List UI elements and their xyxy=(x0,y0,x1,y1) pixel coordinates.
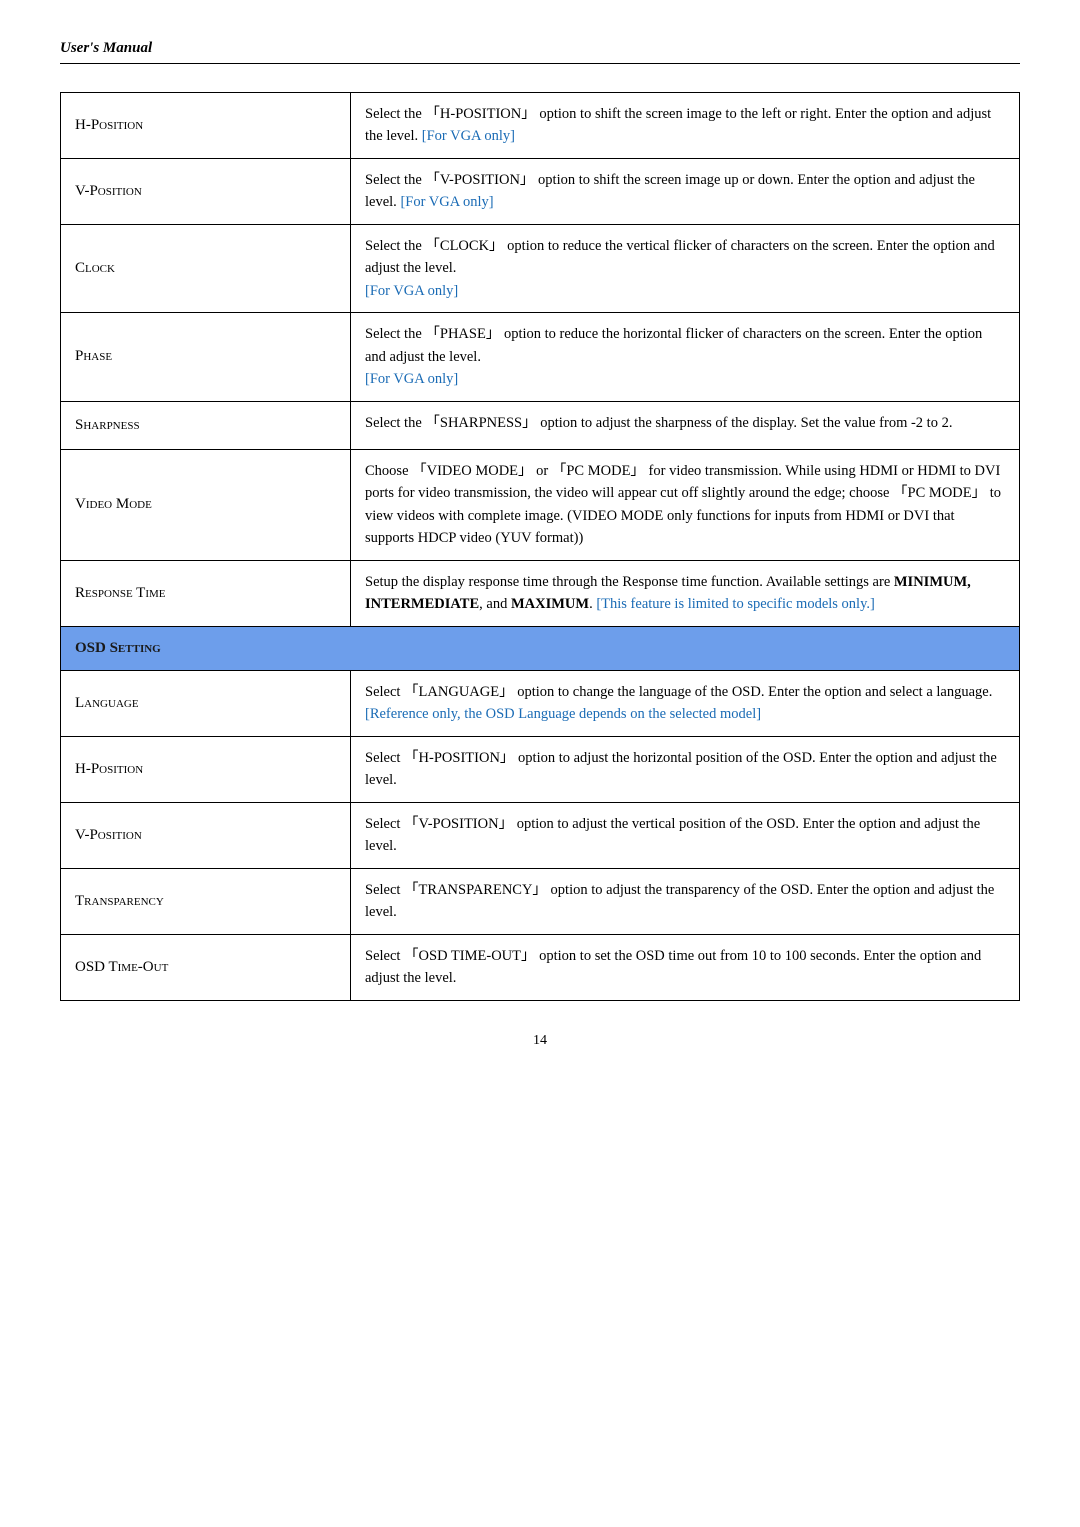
section-header-label: OSD Setting xyxy=(61,626,1020,670)
table-row: H-Position Select 「H-POSITION」 option to… xyxy=(61,736,1020,802)
desc-text-pre: Setup the display response time through … xyxy=(365,574,894,590)
manual-title: User's Manual xyxy=(60,40,152,56)
table-row: OSD Time-Out Select 「OSD TIME-OUT」 optio… xyxy=(61,934,1020,1000)
desc-text: Select 「H-POSITION」 option to adjust the… xyxy=(365,750,997,788)
row-desc-phase: Select the 「PHASE」 option to reduce the … xyxy=(351,313,1020,401)
row-desc-osd-time-out: Select 「OSD TIME-OUT」 option to set the … xyxy=(351,934,1020,1000)
table-row: Phase Select the 「PHASE」 option to reduc… xyxy=(61,313,1020,401)
blue-text: [For VGA only] xyxy=(365,283,458,299)
row-desc-video-mode: Choose 「VIDEO MODE」 or 「PC MODE」 for vid… xyxy=(351,449,1020,560)
row-desc-v-position-2: Select 「V-POSITION」 option to adjust the… xyxy=(351,802,1020,868)
row-desc-language: Select 「LANGUAGE」 option to change the l… xyxy=(351,671,1020,737)
table-row: Transparency Select 「TRANSPARENCY」 optio… xyxy=(61,868,1020,934)
page-number: 14 xyxy=(60,1033,1020,1049)
row-desc-response-time: Setup the display response time through … xyxy=(351,560,1020,626)
section-header-osd: OSD Setting xyxy=(61,626,1020,670)
blue-text: [Reference only, the OSD Language depend… xyxy=(365,706,761,722)
desc-bold3: MAXIMUM xyxy=(511,596,589,612)
table-row: H-Position Select the 「H-POSITION」 optio… xyxy=(61,93,1020,159)
row-label-response-time: Response Time xyxy=(61,560,351,626)
desc-bold1: MINIMUM, xyxy=(894,574,971,590)
desc-text: Select the 「CLOCK」 option to reduce the … xyxy=(365,238,995,276)
row-desc-h-position-1: Select the 「H-POSITION」 option to shift … xyxy=(351,93,1020,159)
blue-text: [For VGA only] xyxy=(365,371,458,387)
row-label-phase: Phase xyxy=(61,313,351,401)
blue-text: [For VGA only] xyxy=(400,194,493,210)
main-table: H-Position Select the 「H-POSITION」 optio… xyxy=(60,92,1020,1001)
row-label-video-mode: Video Mode xyxy=(61,449,351,560)
row-label-h-position-2: H-Position xyxy=(61,736,351,802)
desc-text: Select 「LANGUAGE」 option to change the l… xyxy=(365,684,992,700)
table-row: Video Mode Choose 「VIDEO MODE」 or 「PC MO… xyxy=(61,449,1020,560)
desc-suffix: . xyxy=(589,596,593,612)
desc-bold2: INTERMEDIATE xyxy=(365,596,479,612)
row-label-language: Language xyxy=(61,671,351,737)
row-desc-sharpness: Select the 「SHARPNESS」 option to adjust … xyxy=(351,401,1020,449)
row-label-v-position-1: V-Position xyxy=(61,158,351,224)
table-row: Response Time Setup the display response… xyxy=(61,560,1020,626)
table-row: V-Position Select the 「V-POSITION」 optio… xyxy=(61,158,1020,224)
desc-text: Select the 「PHASE」 option to reduce the … xyxy=(365,326,982,364)
blue-text: [This feature is limited to specific mod… xyxy=(596,596,875,612)
row-desc-h-position-2: Select 「H-POSITION」 option to adjust the… xyxy=(351,736,1020,802)
desc-text: Select 「V-POSITION」 option to adjust the… xyxy=(365,816,980,854)
blue-text: [For VGA only] xyxy=(422,128,515,144)
row-desc-v-position-1: Select the 「V-POSITION」 option to shift … xyxy=(351,158,1020,224)
row-label-osd-time-out: OSD Time-Out xyxy=(61,934,351,1000)
table-row: Language Select 「LANGUAGE」 option to cha… xyxy=(61,671,1020,737)
table-row: V-Position Select 「V-POSITION」 option to… xyxy=(61,802,1020,868)
desc-post: , and xyxy=(479,596,511,612)
row-label-h-position-1: H-Position xyxy=(61,93,351,159)
row-label-v-position-2: V-Position xyxy=(61,802,351,868)
table-row: Sharpness Select the 「SHARPNESS」 option … xyxy=(61,401,1020,449)
desc-text: Choose 「VIDEO MODE」 or 「PC MODE」 for vid… xyxy=(365,463,1001,546)
row-label-transparency: Transparency xyxy=(61,868,351,934)
desc-text: Select 「TRANSPARENCY」 option to adjust t… xyxy=(365,882,994,920)
desc-text: Select 「OSD TIME-OUT」 option to set the … xyxy=(365,948,981,986)
row-label-sharpness: Sharpness xyxy=(61,401,351,449)
row-label-clock: Clock xyxy=(61,224,351,312)
row-desc-transparency: Select 「TRANSPARENCY」 option to adjust t… xyxy=(351,868,1020,934)
desc-text: Select the 「SHARPNESS」 option to adjust … xyxy=(365,415,952,431)
page-header: User's Manual xyxy=(60,40,1020,64)
table-row: Clock Select the 「CLOCK」 option to reduc… xyxy=(61,224,1020,312)
row-desc-clock: Select the 「CLOCK」 option to reduce the … xyxy=(351,224,1020,312)
